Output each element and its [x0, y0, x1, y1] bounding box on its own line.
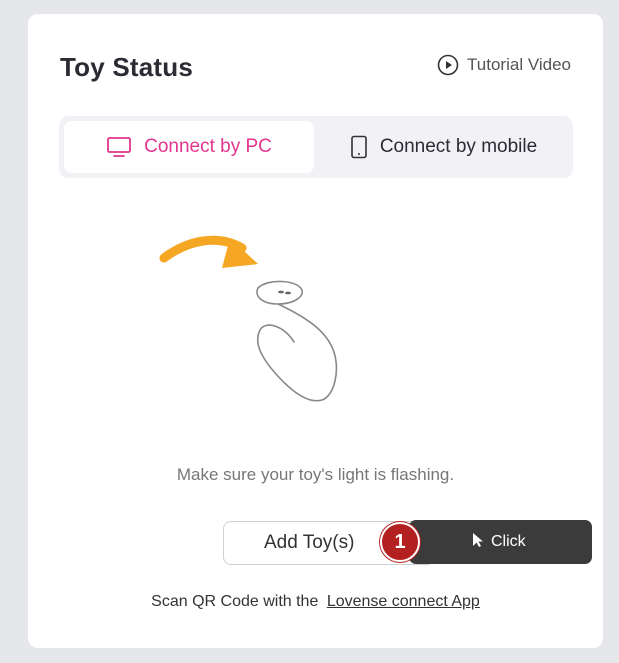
tab-connect-by-mobile[interactable]: Connect by mobile: [319, 121, 568, 173]
phone-icon: [350, 135, 368, 159]
click-label: Click: [491, 533, 526, 550]
qr-instruction: Scan QR Code with the Lovense connect Ap…: [28, 593, 603, 611]
arrow-illustration: [159, 235, 258, 268]
monitor-icon: [106, 136, 132, 158]
toy-illustration: [158, 224, 398, 429]
step-number-badge: 1: [380, 522, 420, 562]
tab-label: Connect by PC: [144, 136, 272, 157]
toy-outline: [256, 280, 338, 402]
tutorial-video-label: Tutorial Video: [467, 55, 571, 74]
tab-connect-by-pc[interactable]: Connect by PC: [64, 121, 314, 173]
click-callout: Click: [409, 520, 592, 564]
toy-status-panel: Toy Status Tutorial Video Connect by PC: [28, 14, 603, 648]
connection-tabs: Connect by PC Connect by mobile: [59, 116, 573, 178]
flashing-hint: Make sure your toy's light is flashing.: [176, 465, 455, 484]
tab-label: Connect by mobile: [379, 136, 538, 157]
add-toys-label: Add Toy(s): [264, 532, 355, 553]
tutorial-video-link[interactable]: Tutorial Video: [437, 54, 571, 76]
qr-prefix-text: Scan QR Code with the: [151, 593, 319, 610]
play-circle-icon: [437, 54, 459, 76]
cursor-icon: [471, 532, 485, 553]
lovense-app-link[interactable]: Lovense connect App: [327, 593, 480, 610]
panel-title: Toy Status: [60, 52, 193, 82]
